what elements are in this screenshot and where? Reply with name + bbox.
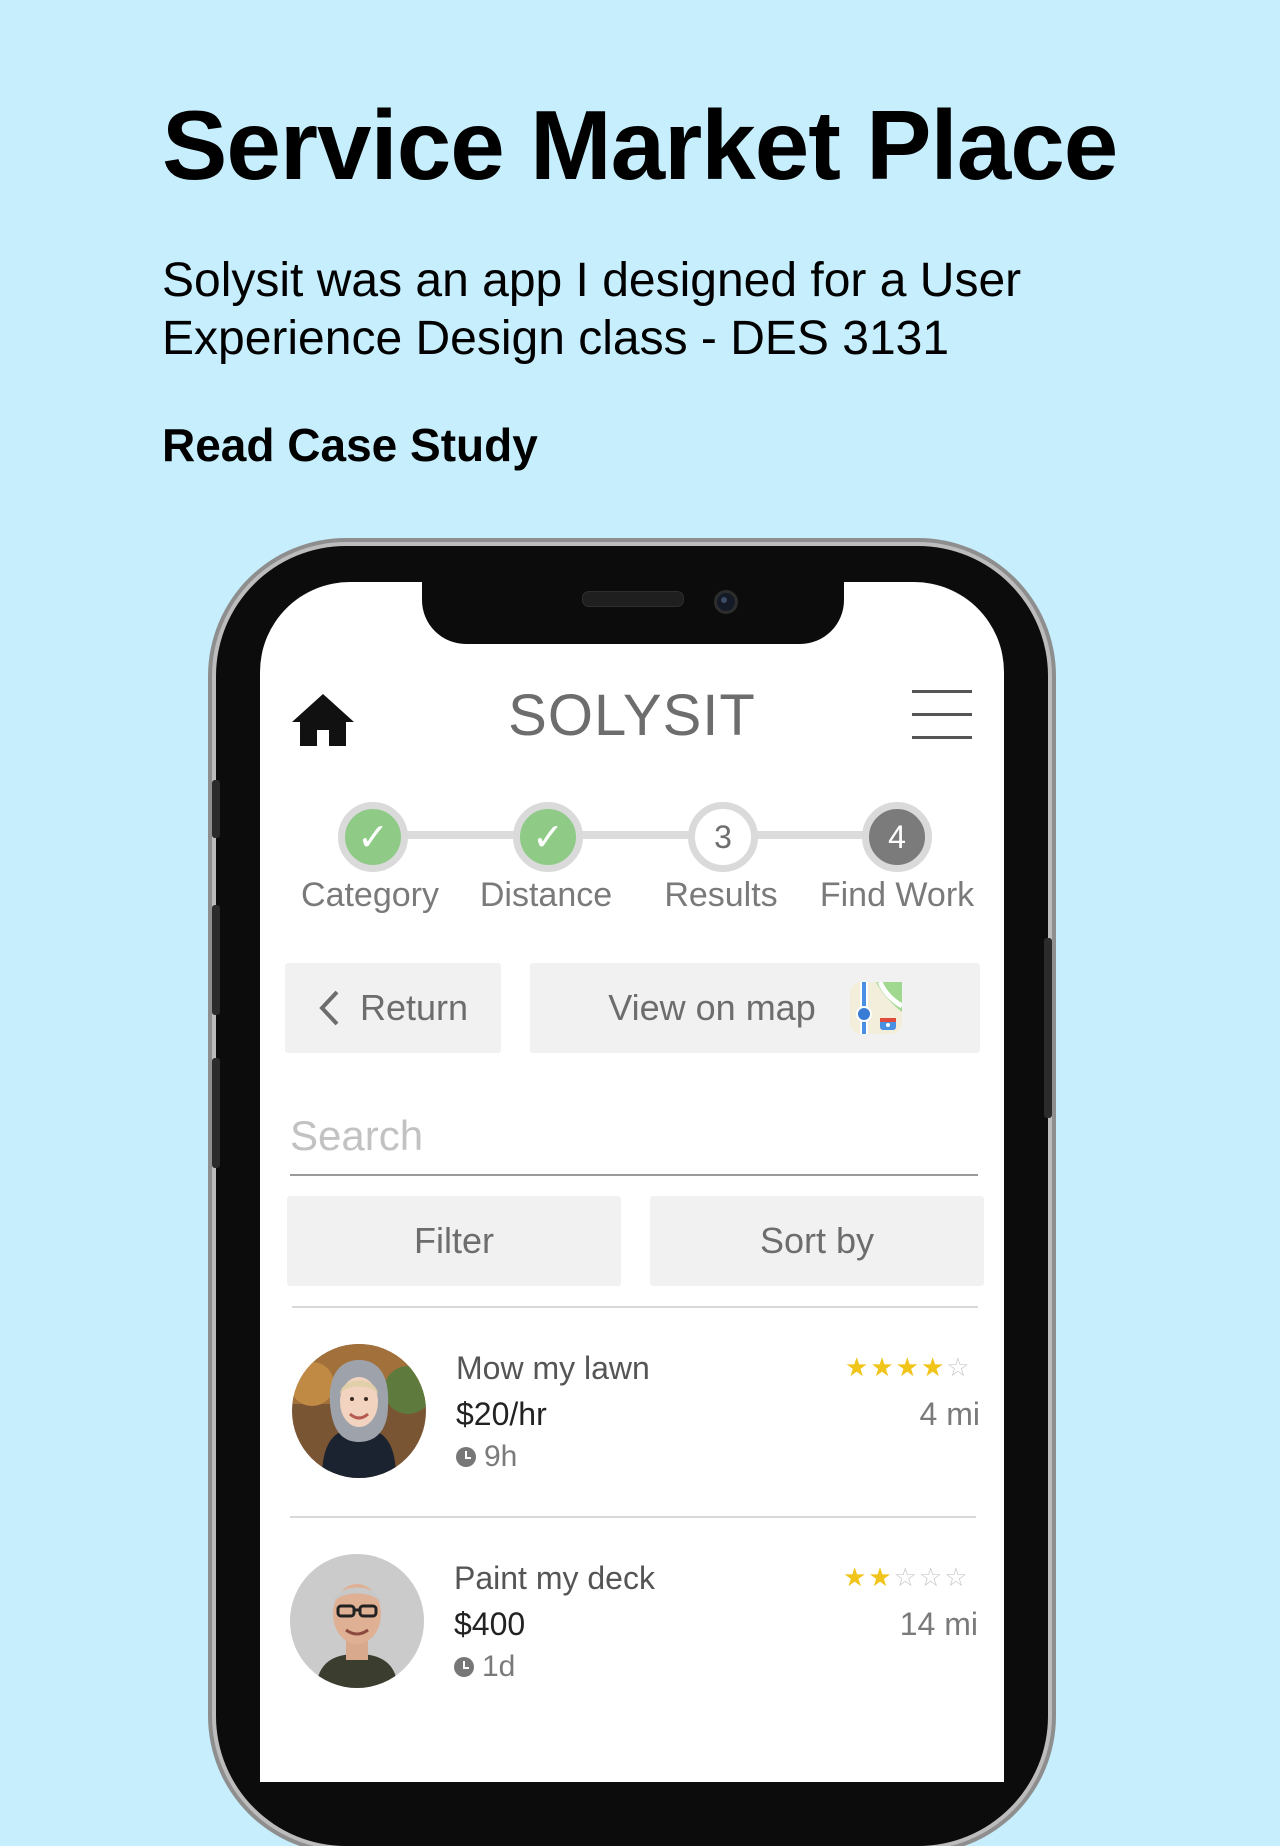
listing-price: $20/hr [456, 1396, 547, 1432]
listing-price: $400 [454, 1606, 526, 1642]
star-filled-icon: ★ [920, 1352, 947, 1382]
step-label-category: Category [301, 876, 439, 914]
filter-button[interactable]: Filter [287, 1196, 621, 1286]
star-filled-icon: ★ [843, 1562, 869, 1592]
page-description: Solysit was an app I designed for a User… [162, 254, 1022, 365]
listing-avatar[interactable] [290, 1554, 424, 1688]
phone-power-button [1044, 938, 1052, 1118]
phone-volume-up [212, 905, 220, 1015]
phone-volume-down [212, 1058, 220, 1168]
star-empty-icon: ☆ [946, 1352, 972, 1382]
search-underline [290, 1174, 978, 1176]
filter-button-label: Filter [414, 1220, 494, 1261]
read-case-study-link[interactable]: Read Case Study [162, 418, 538, 472]
page-title: Service Market Place [162, 90, 1118, 200]
step-label-results: Results [664, 876, 778, 914]
step-find-work-number: 4 [862, 802, 932, 872]
listing-title[interactable]: Mow my lawn [456, 1350, 650, 1387]
star-filled-icon: ★ [868, 1562, 894, 1592]
list-divider [292, 1306, 978, 1308]
chevron-left-icon [319, 990, 339, 1026]
star-filled-icon: ★ [845, 1352, 871, 1382]
phone-mute-switch [212, 780, 220, 838]
list-divider [290, 1516, 976, 1518]
listing-distance: 4 mi [919, 1396, 980, 1432]
phone-speaker [582, 591, 684, 607]
user-photo-woman [292, 1344, 426, 1478]
star-filled-icon: ★ [895, 1352, 921, 1382]
app-brand-title: SOLYSIT [508, 683, 756, 748]
clock-icon [456, 1447, 476, 1467]
search-input[interactable]: Search [290, 1112, 423, 1160]
rating-stars: ★★★★☆ [845, 1352, 972, 1383]
step-category-check-icon: ✓ [338, 802, 408, 872]
maps-app-icon [849, 982, 902, 1034]
view-on-map-label: View on map [608, 987, 816, 1028]
listing-distance: 14 mi [899, 1606, 978, 1642]
listing-title[interactable]: Paint my deck [454, 1560, 655, 1597]
listing-time: 1d [454, 1650, 515, 1684]
clock-icon [454, 1657, 474, 1677]
front-camera-icon [714, 590, 738, 614]
return-button[interactable]: Return [285, 963, 501, 1053]
step-label-find-work: Find Work [819, 876, 975, 914]
step-label-distance: Distance [479, 876, 613, 914]
star-empty-icon: ☆ [944, 1562, 970, 1592]
listing-avatar[interactable] [292, 1344, 426, 1478]
star-empty-icon: ☆ [893, 1562, 919, 1592]
phone-notch [422, 576, 844, 644]
hamburger-menu-icon[interactable] [912, 690, 972, 740]
stepper-track [346, 831, 874, 839]
step-results-number: 3 [688, 802, 758, 872]
listing-time-value: 9h [484, 1440, 518, 1473]
user-photo-man [290, 1554, 424, 1688]
phone-screen: SOLYSIT ✓ ✓ 3 4 Category Distance Result… [260, 582, 1004, 1782]
listing-time-value: 1d [482, 1650, 516, 1683]
rating-stars: ★★☆☆☆ [843, 1562, 970, 1593]
step-distance-check-icon: ✓ [513, 802, 583, 872]
star-empty-icon: ☆ [918, 1562, 945, 1592]
return-button-label: Return [359, 987, 469, 1028]
star-filled-icon: ★ [870, 1352, 896, 1382]
sort-by-button-label: Sort by [759, 1220, 875, 1261]
view-on-map-button[interactable]: View on map [530, 963, 980, 1053]
sort-by-button[interactable]: Sort by [650, 1196, 984, 1286]
listing-time: 9h [456, 1440, 517, 1474]
